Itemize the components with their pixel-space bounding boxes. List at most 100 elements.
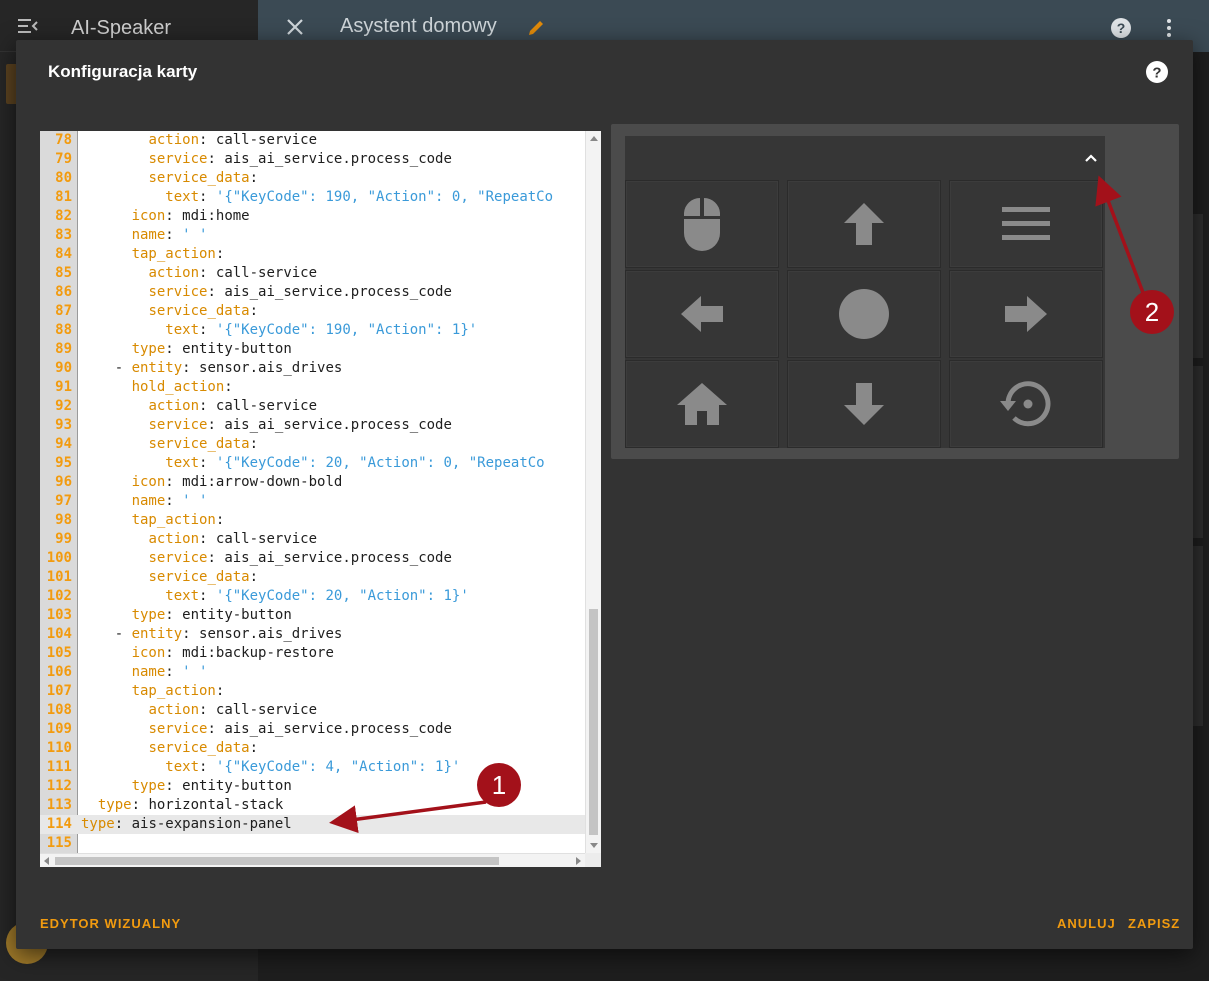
- code-line[interactable]: 86 service: ais_ai_service.process_code: [40, 283, 585, 302]
- code-line[interactable]: 106 name: ' ': [40, 663, 585, 682]
- scroll-left-icon[interactable]: [44, 857, 49, 865]
- code-line[interactable]: 87 service_data:: [40, 302, 585, 321]
- code-line[interactable]: 114 type: ais-expansion-panel: [40, 815, 585, 834]
- code-text: type: entity-button: [81, 340, 292, 359]
- scroll-down-icon[interactable]: [590, 843, 598, 848]
- close-icon[interactable]: [286, 18, 304, 36]
- code-line[interactable]: 81 text: '{"KeyCode": 190, "Action": 0, …: [40, 188, 585, 207]
- yaml-value: mdi:arrow-down-bold: [182, 474, 343, 490]
- code-text: text: '{"KeyCode": 20, "Action": 1}': [81, 587, 468, 606]
- vertical-scroll-thumb[interactable]: [589, 609, 598, 835]
- code-line[interactable]: 99 action: call-service: [40, 530, 585, 549]
- code-line[interactable]: 105 icon: mdi:backup-restore: [40, 644, 585, 663]
- yaml-key: tap_action: [131, 512, 216, 528]
- help-circle-icon[interactable]: ?: [1145, 60, 1169, 84]
- yaml-key: type: [131, 778, 166, 794]
- yaml-key: entity: [131, 626, 183, 642]
- code-line[interactable]: 83 name: ' ': [40, 226, 585, 245]
- yaml-value: call-service: [215, 398, 318, 414]
- cancel-button[interactable]: ANULUJ: [1057, 916, 1116, 931]
- entity-button-down[interactable]: [787, 360, 941, 448]
- horizontal-scroll-thumb[interactable]: [55, 857, 499, 865]
- code-line[interactable]: 78 action: call-service: [40, 131, 585, 150]
- yaml-colon: :: [165, 341, 174, 357]
- pencil-icon[interactable]: [526, 18, 546, 38]
- line-number: 82: [55, 208, 72, 224]
- entity-button-mouse[interactable]: [625, 180, 779, 268]
- code-line[interactable]: 88 text: '{"KeyCode": 190, "Action": 1}': [40, 321, 585, 340]
- code-line[interactable]: 82 icon: mdi:home: [40, 207, 585, 226]
- entity-button-right[interactable]: [949, 270, 1103, 358]
- yaml-key: text: [165, 322, 200, 338]
- code-line[interactable]: 100 service: ais_ai_service.process_code: [40, 549, 585, 568]
- code-line[interactable]: 93 service: ais_ai_service.process_code: [40, 416, 585, 435]
- help-icon[interactable]: ?: [1110, 17, 1132, 39]
- line-number: 112: [46, 778, 72, 794]
- line-number: 86: [55, 284, 72, 300]
- code-line[interactable]: 110 service_data:: [40, 739, 585, 758]
- code-line[interactable]: 104 - entity: sensor.ais_drives: [40, 625, 585, 644]
- code-line[interactable]: 109 service: ais_ai_service.process_code: [40, 720, 585, 739]
- code-line[interactable]: 101 service_data:: [40, 568, 585, 587]
- scroll-right-icon[interactable]: [576, 857, 581, 865]
- code-line[interactable]: 90 - entity: sensor.ais_drives: [40, 359, 585, 378]
- chevron-up-icon[interactable]: [1083, 152, 1099, 164]
- code-line[interactable]: 91 hold_action:: [40, 378, 585, 397]
- yaml-value: entity-button: [182, 607, 292, 623]
- code-line[interactable]: 89 type: entity-button: [40, 340, 585, 359]
- dots-vertical-icon[interactable]: [1160, 17, 1178, 39]
- code-line[interactable]: 85 action: call-service: [40, 264, 585, 283]
- code-line[interactable]: 115: [40, 834, 585, 853]
- yaml-colon: :: [207, 417, 216, 433]
- horizontal-scrollbar[interactable]: [40, 853, 585, 867]
- code-line[interactable]: 103 type: entity-button: [40, 606, 585, 625]
- line-number: 109: [46, 721, 72, 737]
- line-number: 78: [55, 132, 72, 148]
- line-number: 99: [55, 531, 72, 547]
- visual-editor-button[interactable]: EDYTOR WIZUALNY: [40, 916, 181, 931]
- code-line[interactable]: 96 icon: mdi:arrow-down-bold: [40, 473, 585, 492]
- code-line[interactable]: 97 name: ' ': [40, 492, 585, 511]
- code-line[interactable]: 92 action: call-service: [40, 397, 585, 416]
- code-line[interactable]: 84 tap_action:: [40, 245, 585, 264]
- code-line[interactable]: 107 tap_action:: [40, 682, 585, 701]
- yaml-colon: :: [165, 493, 174, 509]
- code-line[interactable]: 98 tap_action:: [40, 511, 585, 530]
- code-text: service: ais_ai_service.process_code: [81, 549, 451, 568]
- yaml-code-editor[interactable]: 78 action: call-service 79 service: ais_a…: [40, 131, 601, 867]
- toolbar-title: Asystent domowy: [340, 15, 497, 37]
- yaml-key: tap_action: [131, 683, 216, 699]
- code-line[interactable]: 108 action: call-service: [40, 701, 585, 720]
- code-line[interactable]: 80 service_data:: [40, 169, 585, 188]
- line-number: 92: [55, 398, 72, 414]
- code-line[interactable]: 95 text: '{"KeyCode": 20, "Action": 0, "…: [40, 454, 585, 473]
- entity-button-menu[interactable]: [949, 180, 1103, 268]
- code-line[interactable]: 79 service: ais_ai_service.process_code: [40, 150, 585, 169]
- code-line[interactable]: 102 text: '{"KeyCode": 20, "Action": 1}': [40, 587, 585, 606]
- code-text: text: '{"KeyCode": 4, "Action": 1}': [81, 758, 460, 777]
- yaml-key: service_data: [148, 436, 250, 452]
- code-text: tap_action:: [81, 511, 225, 530]
- line-number: 97: [55, 493, 72, 509]
- entity-button-home[interactable]: [625, 360, 779, 448]
- background-card: [1193, 366, 1203, 538]
- entity-button-backup-restore[interactable]: [949, 360, 1103, 448]
- yaml-colon: :: [207, 151, 216, 167]
- code-line[interactable]: 94 service_data:: [40, 435, 585, 454]
- code-text: text: '{"KeyCode": 190, "Action": 1}': [81, 321, 477, 340]
- scroll-up-icon[interactable]: [590, 136, 598, 141]
- entity-button-ok[interactable]: [787, 270, 941, 358]
- entity-button-left[interactable]: [625, 270, 779, 358]
- vertical-scrollbar[interactable]: [585, 131, 601, 853]
- yaml-colon: :: [165, 227, 174, 243]
- save-button[interactable]: ZAPISZ: [1128, 916, 1180, 931]
- yaml-colon: :: [199, 265, 208, 281]
- menu-open-icon[interactable]: [18, 18, 38, 34]
- entity-button-up[interactable]: [787, 180, 941, 268]
